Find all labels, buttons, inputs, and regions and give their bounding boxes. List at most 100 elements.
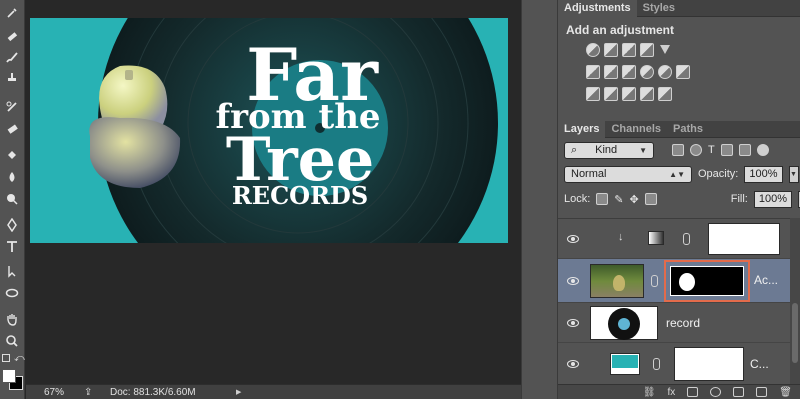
posterize-icon[interactable] bbox=[604, 87, 618, 101]
path-selection-tool-icon[interactable] bbox=[3, 262, 21, 280]
layer-mask-thumbnail[interactable] bbox=[670, 266, 744, 296]
curves-icon[interactable] bbox=[622, 43, 636, 57]
new-adjustment-layer-icon[interactable] bbox=[710, 387, 722, 397]
gradient-map-icon[interactable] bbox=[640, 87, 654, 101]
eyedropper-tool-icon[interactable] bbox=[3, 4, 21, 22]
layers-tabbar: Layers Channels Paths bbox=[558, 121, 800, 138]
color-lookup-icon[interactable] bbox=[676, 65, 690, 79]
lock-all-icon[interactable] bbox=[644, 193, 657, 205]
layer-style-icon[interactable]: fx bbox=[668, 387, 676, 398]
blend-mode-select[interactable]: Normal ▲▼ bbox=[564, 165, 692, 183]
canvas-area: Far from the Tree RECORDS bbox=[26, 0, 521, 384]
eraser-tool-icon[interactable] bbox=[3, 120, 21, 138]
clone-stamp-tool-icon[interactable] bbox=[3, 68, 21, 86]
blend-mode-value: Normal bbox=[571, 168, 607, 180]
filter-toggle-icon[interactable] bbox=[756, 144, 769, 156]
zoom-level[interactable]: 67% bbox=[44, 387, 84, 398]
visibility-eye-icon[interactable] bbox=[567, 360, 579, 368]
photo-filter-icon[interactable] bbox=[640, 65, 654, 79]
visibility-eye-icon[interactable] bbox=[567, 235, 579, 243]
filter-shape-icon[interactable] bbox=[720, 144, 733, 156]
paint-bucket-tool-icon[interactable] bbox=[3, 146, 21, 164]
layers-list: ↓ Ac... record C... bbox=[558, 218, 790, 385]
link-icon[interactable] bbox=[653, 358, 660, 370]
foreground-color-swatch[interactable] bbox=[2, 369, 16, 383]
tab-channels[interactable]: Channels bbox=[605, 121, 667, 138]
zoom-tool-icon[interactable] bbox=[3, 332, 21, 350]
vibrance-icon[interactable] bbox=[658, 43, 672, 57]
right-panels: Adjustments Styles Add an adjustment Lay… bbox=[558, 0, 800, 399]
dodge-tool-icon[interactable] bbox=[3, 190, 21, 208]
acorn-layer-thumbnail[interactable] bbox=[590, 264, 644, 298]
black-white-icon[interactable] bbox=[622, 65, 636, 79]
lock-transparent-pixels-icon[interactable] bbox=[596, 193, 609, 205]
blur-tool-icon[interactable] bbox=[3, 168, 21, 186]
record-layer-thumbnail[interactable] bbox=[590, 306, 658, 340]
hue-saturation-icon[interactable] bbox=[586, 65, 600, 79]
exposure-icon[interactable] bbox=[640, 43, 654, 57]
visibility-eye-icon[interactable] bbox=[567, 319, 579, 327]
link-icon[interactable] bbox=[683, 233, 690, 245]
layers-footer: ⛓ fx 🗑 bbox=[558, 384, 800, 399]
layer-name[interactable]: C... bbox=[750, 357, 769, 371]
filter-adjustment-icon[interactable] bbox=[690, 144, 702, 156]
add-mask-icon[interactable] bbox=[687, 387, 699, 397]
layer-name[interactable]: record bbox=[666, 316, 700, 330]
new-group-icon[interactable] bbox=[733, 387, 745, 397]
document-canvas[interactable]: Far from the Tree RECORDS bbox=[30, 18, 508, 243]
color-balance-icon[interactable] bbox=[604, 65, 618, 79]
tab-adjustments[interactable]: Adjustments bbox=[558, 0, 637, 17]
photoshop-window: ⤺ Far from the Tree RECORDS 67% ⇪ Doc: 8… bbox=[0, 0, 800, 399]
opacity-label: Opacity: bbox=[698, 168, 739, 180]
channel-mixer-icon[interactable] bbox=[658, 65, 672, 79]
lock-position-icon[interactable]: ✥ bbox=[630, 193, 639, 206]
filter-type-icon[interactable]: T bbox=[708, 144, 715, 156]
fill-field[interactable]: 100% bbox=[753, 190, 792, 208]
status-menu-arrow-icon[interactable]: ▶ bbox=[236, 388, 241, 396]
type-tool-icon[interactable] bbox=[3, 238, 21, 256]
filter-pixel-icon[interactable] bbox=[672, 144, 684, 156]
ellipse-tool-icon[interactable] bbox=[3, 284, 21, 302]
link-icon[interactable] bbox=[651, 275, 658, 287]
layers-scrollbar[interactable] bbox=[790, 218, 800, 384]
brightness-contrast-icon[interactable] bbox=[586, 43, 600, 57]
threshold-icon[interactable] bbox=[622, 87, 636, 101]
brush-tool-icon[interactable] bbox=[3, 48, 21, 66]
filter-kind-select[interactable]: ⌕ Kind ▼ bbox=[564, 141, 654, 159]
hand-tool-icon[interactable] bbox=[3, 310, 21, 328]
pen-tool-icon[interactable] bbox=[3, 216, 21, 234]
opacity-field[interactable]: 100% bbox=[744, 165, 783, 183]
opacity-slider-toggle[interactable]: ▼ bbox=[788, 165, 799, 183]
tab-paths[interactable]: Paths bbox=[667, 121, 709, 138]
tab-layers[interactable]: Layers bbox=[558, 121, 606, 138]
gradient-adjustment-icon[interactable] bbox=[648, 231, 664, 245]
swap-colors-icon[interactable]: ⤺ bbox=[14, 353, 25, 364]
trash-icon[interactable]: 🗑 bbox=[779, 387, 792, 398]
filter-smart-object-icon[interactable] bbox=[738, 144, 751, 156]
link-layers-icon[interactable]: ⛓ bbox=[643, 387, 656, 398]
healing-brush-tool-icon[interactable] bbox=[3, 28, 21, 46]
new-layer-icon[interactable] bbox=[756, 387, 768, 397]
lock-label: Lock: bbox=[564, 193, 591, 205]
layer-row-selected[interactable]: Ac... bbox=[558, 259, 790, 303]
tab-styles[interactable]: Styles bbox=[637, 0, 681, 17]
default-colors-icon[interactable] bbox=[2, 354, 10, 362]
lock-image-pixels-icon[interactable]: ✎ bbox=[614, 193, 623, 206]
layer-row[interactable]: record bbox=[558, 303, 790, 343]
document-info: Doc: 881.3K/6.60M bbox=[110, 386, 196, 398]
selective-color-icon[interactable] bbox=[658, 87, 672, 101]
color-fill-thumbnail[interactable] bbox=[610, 353, 640, 375]
layer-row[interactable]: C... bbox=[558, 343, 790, 385]
headline-records: RECORDS bbox=[232, 181, 368, 210]
fill-label: Fill: bbox=[730, 193, 748, 205]
layer-mask-thumbnail[interactable] bbox=[674, 347, 744, 381]
visibility-eye-icon[interactable] bbox=[567, 277, 579, 285]
levels-icon[interactable] bbox=[604, 43, 618, 57]
share-icon[interactable]: ⇪ bbox=[84, 387, 110, 398]
invert-icon[interactable] bbox=[586, 87, 600, 101]
adjustments-title: Add an adjustment bbox=[566, 23, 675, 37]
layer-mask-thumbnail[interactable] bbox=[708, 223, 780, 255]
layer-row[interactable]: ↓ bbox=[558, 219, 790, 259]
layer-name[interactable]: Ac... bbox=[754, 273, 778, 287]
history-brush-tool-icon[interactable] bbox=[3, 98, 21, 116]
